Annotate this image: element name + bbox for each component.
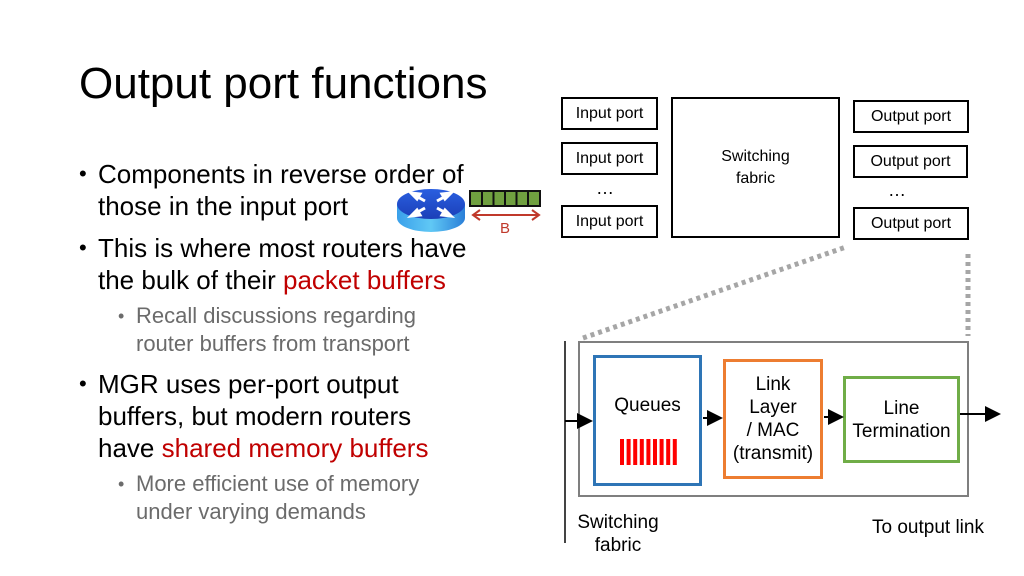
flow-arrows [565, 406, 1001, 429]
fabric-label-line: Switching [577, 512, 659, 533]
to-output-link-label: To output link [872, 517, 984, 538]
fabric-label-line: fabric [594, 535, 642, 556]
switching-fabric-label: Switching fabric [566, 511, 670, 557]
